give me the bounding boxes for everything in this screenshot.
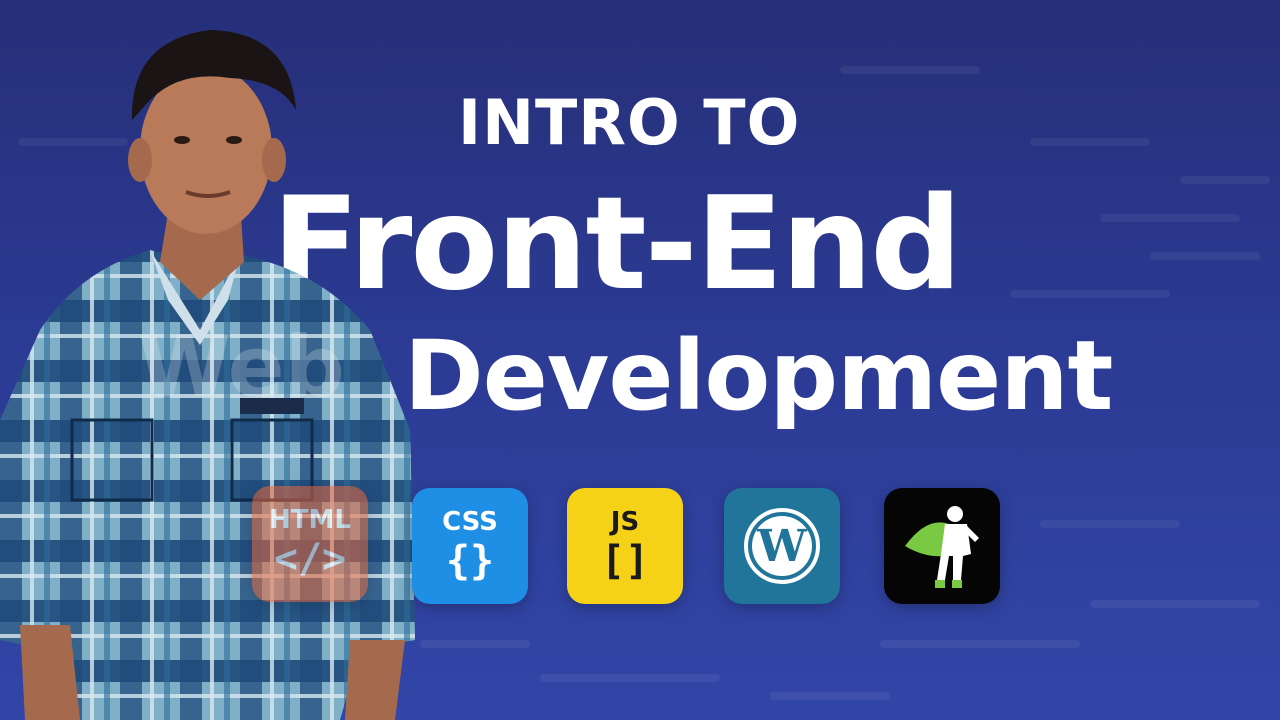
background-dash (540, 674, 720, 682)
js-glyph: [] (600, 538, 650, 584)
html-glyph: </> (273, 536, 347, 582)
html-icon: HTML </> (252, 486, 368, 602)
wordpress-logo: W (744, 508, 820, 584)
css-glyph: {} (445, 538, 495, 584)
css-icon: CSS {} (412, 488, 528, 604)
background-dash (1030, 138, 1150, 146)
background-dash (1040, 520, 1180, 528)
css-label: CSS (442, 507, 498, 537)
wordpress-icon: W (724, 488, 840, 604)
superhero-icon (884, 488, 1000, 604)
js-icon: JS [] (567, 488, 683, 604)
background-dash (420, 640, 530, 648)
heading-intro: INTRO TO (458, 86, 801, 159)
background-dash (840, 66, 980, 74)
heading-development: Development (404, 320, 1113, 432)
js-label: JS (610, 507, 640, 537)
background-dash (1150, 252, 1260, 260)
html-label: HTML (269, 505, 351, 535)
background-dash (1100, 214, 1240, 222)
background-dash (880, 640, 1080, 648)
superhero-figure (905, 506, 979, 588)
background-dash (1180, 176, 1270, 184)
svg-text:W: W (756, 521, 807, 572)
background-dash (1090, 600, 1260, 608)
ghost-web-text: Web (138, 318, 345, 416)
background-dash (770, 692, 890, 700)
background-dash (1010, 290, 1170, 298)
